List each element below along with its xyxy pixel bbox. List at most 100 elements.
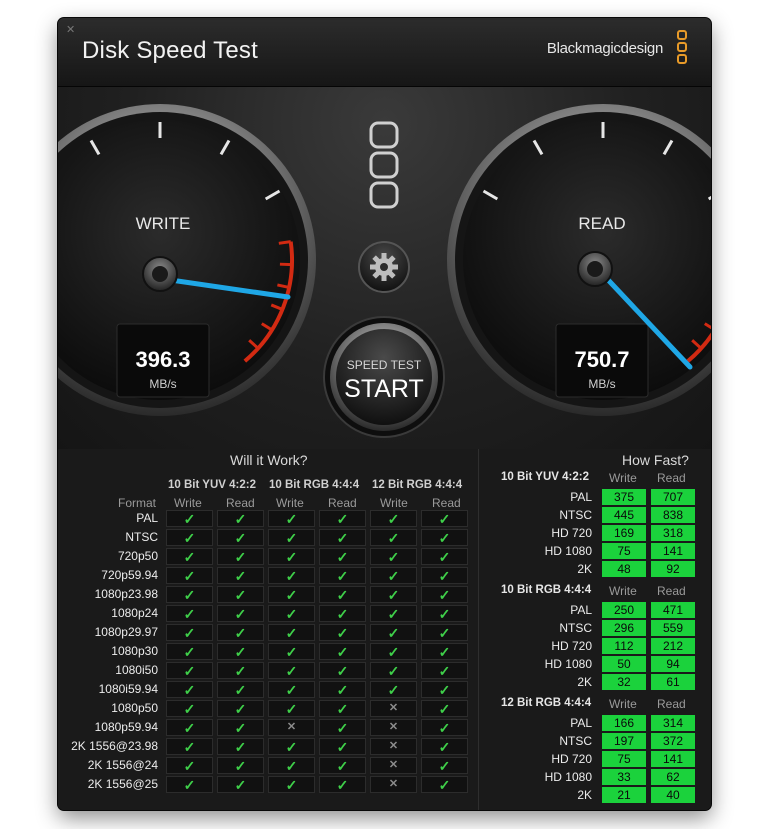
how-fast-write-value: 445 xyxy=(602,507,646,523)
format-row-label: 1080i59.94 xyxy=(98,682,158,696)
how-fast-row-label: NTSC xyxy=(559,508,592,522)
how-fast-write-value: 250 xyxy=(602,602,646,618)
check-icon: ✓ xyxy=(285,567,298,584)
compat-cell: ✓ xyxy=(217,757,264,774)
check-icon: ✓ xyxy=(234,586,247,603)
check-icon: ✓ xyxy=(183,643,196,660)
check-icon: ✓ xyxy=(438,700,451,717)
how-fast-row-label: HD 1080 xyxy=(544,544,592,558)
compat-cell: ✓ xyxy=(319,567,366,584)
compat-cell: ✓ xyxy=(166,510,213,527)
compat-cell: ✓ xyxy=(268,567,315,584)
how-fast-row-label: NTSC xyxy=(559,734,592,748)
check-icon: ✓ xyxy=(387,605,400,622)
how-fast-read-value: 62 xyxy=(651,769,695,785)
compat-cell: ✓ xyxy=(268,776,315,793)
rgb10-read-header: Read xyxy=(328,496,357,510)
start-button-caption: SPEED TEST xyxy=(347,358,422,372)
check-icon: ✓ xyxy=(183,529,196,546)
compat-cell: ✓ xyxy=(166,700,213,717)
how-fast-read-value: 40 xyxy=(651,787,695,803)
brand-wordmark: Blackmagicdesign xyxy=(546,40,663,57)
check-icon: ✓ xyxy=(438,624,451,641)
how-fast-write-value: 296 xyxy=(602,620,646,636)
compat-cell: ✓ xyxy=(370,529,417,546)
gauge-graphics: WRITE 396.3 MB/s READ 750.7 MB/s SPEED T… xyxy=(58,104,711,438)
compat-cell: ✓ xyxy=(217,662,264,679)
format-row-label: 1080i50 xyxy=(115,663,158,677)
check-icon: ✓ xyxy=(285,681,298,698)
panel-divider xyxy=(478,449,479,810)
how-fast-row-label: HD 1080 xyxy=(544,657,592,671)
check-icon: ✓ xyxy=(234,643,247,660)
format-row-label: 720p59.94 xyxy=(101,568,158,582)
check-icon: ✓ xyxy=(336,643,349,660)
how-fast-read-header: Read xyxy=(657,584,686,598)
check-icon: ✓ xyxy=(183,510,196,527)
compat-cell: ✓ xyxy=(268,738,315,755)
check-icon: ✓ xyxy=(336,719,349,736)
check-icon: ✓ xyxy=(336,624,349,641)
check-icon: ✓ xyxy=(336,510,349,527)
how-fast-read-value: 838 xyxy=(651,507,695,523)
compat-cell: ✓ xyxy=(268,548,315,565)
compat-cell: ✓ xyxy=(319,662,366,679)
app-window: ✕ Disk Speed Test Blackmagicdesign WRITE… xyxy=(58,18,711,810)
compat-cell: ✓ xyxy=(217,510,264,527)
compat-cell: ✓ xyxy=(217,605,264,622)
check-icon: ✓ xyxy=(285,624,298,641)
check-icon: ✓ xyxy=(387,567,400,584)
check-icon: ✓ xyxy=(387,548,400,565)
check-icon: ✓ xyxy=(234,510,247,527)
group-header-12bit-rgb: 12 Bit RGB 4:4:4 xyxy=(372,479,463,491)
check-icon: ✓ xyxy=(234,529,247,546)
format-row-label: 1080p30 xyxy=(111,644,158,658)
start-button[interactable]: SPEED TEST START xyxy=(323,316,445,438)
how-fast-read-value: 94 xyxy=(651,656,695,672)
format-row-label: 1080p24 xyxy=(111,606,158,620)
check-icon: ✓ xyxy=(234,548,247,565)
compat-cell: ✓ xyxy=(319,776,366,793)
how-fast-read-value: 707 xyxy=(651,489,695,505)
how-fast-title: How Fast? xyxy=(622,452,689,468)
write-gauge-label: WRITE xyxy=(136,214,191,233)
compat-cell: ✓ xyxy=(421,643,468,660)
check-icon: ✓ xyxy=(336,529,349,546)
check-icon: ✓ xyxy=(387,586,400,603)
write-gauge: WRITE 396.3 MB/s xyxy=(58,104,316,416)
check-icon: ✓ xyxy=(387,643,400,660)
compat-cell: ✓ xyxy=(268,662,315,679)
how-fast-read-value: 141 xyxy=(651,543,695,559)
check-icon: ✓ xyxy=(285,757,298,774)
check-icon: ✓ xyxy=(183,719,196,736)
compat-cell: ✕ xyxy=(268,719,315,736)
check-icon: ✓ xyxy=(234,681,247,698)
check-icon: ✓ xyxy=(438,643,451,660)
check-icon: ✓ xyxy=(336,605,349,622)
compat-cell: ✓ xyxy=(421,757,468,774)
check-icon: ✓ xyxy=(336,757,349,774)
check-icon: ✓ xyxy=(285,548,298,565)
start-button-label: START xyxy=(344,375,424,403)
check-icon: ✓ xyxy=(234,567,247,584)
how-fast-write-value: 166 xyxy=(602,715,646,731)
check-icon: ✓ xyxy=(183,757,196,774)
compat-cell: ✓ xyxy=(370,662,417,679)
how-fast-row-label: PAL xyxy=(570,603,592,617)
close-icon[interactable]: ✕ xyxy=(66,25,75,36)
compat-cell: ✓ xyxy=(268,700,315,717)
check-icon: ✓ xyxy=(183,624,196,641)
compat-cell: ✓ xyxy=(421,548,468,565)
compat-cell: ✓ xyxy=(421,738,468,755)
read-gauge-label: READ xyxy=(578,214,625,233)
check-icon: ✓ xyxy=(438,510,451,527)
cross-icon: ✕ xyxy=(388,721,399,733)
how-fast-read-value: 92 xyxy=(651,561,695,577)
compat-cell: ✓ xyxy=(268,586,315,603)
compat-cell: ✓ xyxy=(319,586,366,603)
write-speed-unit: MB/s xyxy=(149,377,176,391)
settings-button[interactable] xyxy=(358,241,410,293)
center-logo-icon xyxy=(369,121,399,209)
check-icon: ✓ xyxy=(438,567,451,584)
compat-cell: ✓ xyxy=(166,681,213,698)
